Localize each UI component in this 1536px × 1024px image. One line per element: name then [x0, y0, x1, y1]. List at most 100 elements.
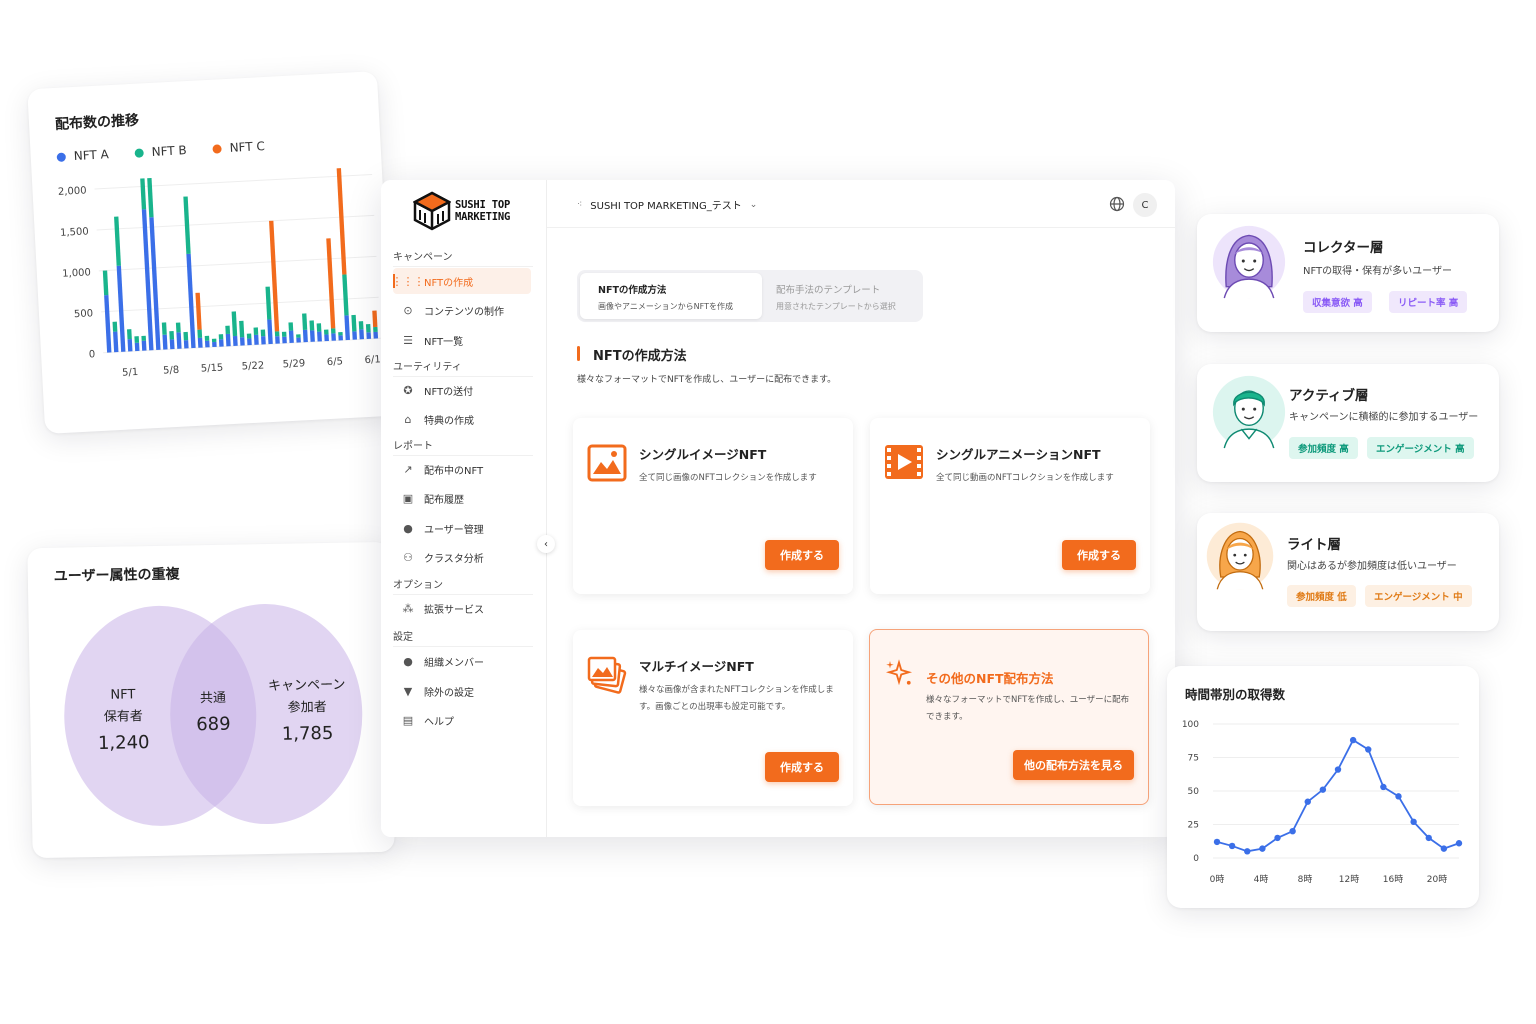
bar-nft-b — [342, 274, 349, 316]
bar-nft-a — [116, 265, 126, 352]
bar-nft-a — [197, 337, 203, 348]
trend-icon: ↗ — [403, 462, 413, 476]
data-point — [1213, 838, 1221, 846]
bar-nft-a — [141, 340, 147, 351]
bar-nft-b — [274, 331, 280, 337]
sidebar-item-distributing[interactable]: ↗ 配布中のNFT — [393, 456, 531, 482]
x-tick-label: 5/1 — [122, 367, 139, 379]
workspace-selector[interactable]: ⁖ SUSHI TOP MARKETING_テスト ⌄ — [577, 197, 757, 213]
sidebar-item-nft-list[interactable]: ☰ NFT一覧 — [393, 327, 531, 353]
bar-nft-a — [176, 332, 182, 349]
persona-tag: 参加頻度 高 — [1289, 437, 1358, 459]
sidebar-item-help[interactable]: ▤ ヘルプ — [393, 707, 531, 733]
bar-nft-b — [330, 328, 336, 334]
bar-nft-b — [183, 331, 189, 341]
bar-nft-a — [253, 334, 259, 345]
card-other-methods: その他のNFT配布方法 様々なフォーマットでNFTを作成し、ユーザーに配布できま… — [869, 629, 1149, 805]
filter-icon: ▼ — [403, 684, 413, 698]
bar-nft-a — [183, 340, 189, 349]
sidebar-item-benefit[interactable]: ⌂ 特典の作成 — [393, 406, 531, 432]
data-point — [1334, 766, 1342, 773]
persona-tag: 参加頻度 低 — [1287, 585, 1356, 607]
bar-nft-a — [296, 337, 301, 343]
sidebar: SUSHI TOP MARKETING キャンペーン ⋮⋮⋮ NFTの作成 ⊙ コンテ… — [381, 180, 547, 837]
x-tick-label: 12時 — [1339, 874, 1359, 885]
x-tick-label: 0時 — [1210, 874, 1225, 885]
bar-nft-b — [231, 311, 238, 337]
sushi-logo-icon — [413, 191, 451, 231]
x-tick-label: 4時 — [1254, 874, 1269, 885]
card-description: 様々なフォーマットでNFTを作成し、ユーザーに配布できます。 — [926, 695, 1130, 722]
method-tabs: NFTの作成方法 画像やアニメーションからNFTを作成 配布手法のテンプレート 用意… — [577, 270, 923, 322]
globe-icon[interactable] — [1109, 196, 1125, 212]
bar-nft-b — [112, 321, 118, 332]
content-icon: ⊙ — [403, 303, 413, 317]
x-tick-label: 16時 — [1383, 874, 1403, 885]
bar-nft-a — [344, 315, 350, 341]
award-icon: ✪ — [403, 383, 413, 397]
gift-icon: ⌂ — [404, 412, 412, 426]
data-point — [1380, 783, 1387, 791]
bar-nft-a — [169, 339, 175, 350]
sidebar-item-nft-create[interactable]: ⋮⋮⋮ NFTの作成 — [391, 268, 531, 294]
bar-nft-b — [281, 331, 287, 337]
sidebar-item-nft-send[interactable]: ✪ NFTの送付 — [393, 377, 531, 403]
venn-right-value: 1,785 — [281, 722, 334, 745]
card-title: その他のNFT配布方法 — [926, 671, 1054, 686]
sidebar-item-extensions[interactable]: ⁂ 拡張サービス — [393, 595, 531, 621]
bar-nft-a — [352, 331, 358, 340]
gridline — [100, 296, 379, 313]
logo-text: SUSHI TOP MARKETING — [455, 199, 511, 223]
grid-icon: ⋮⋮⋮ — [391, 274, 425, 288]
sidebar-item-content[interactable]: ⊙ コンテンツの制作 — [393, 297, 531, 323]
data-point — [1289, 828, 1296, 835]
bar-nft-b — [225, 325, 231, 335]
bar-nft-a — [261, 336, 266, 345]
bar-nft-a — [317, 331, 322, 342]
y-tick-label: 1,000 — [62, 267, 91, 279]
bar-nft-b — [134, 336, 140, 343]
sidebar-item-cluster[interactable]: ⚇ クラスタ分析 — [393, 544, 531, 570]
distribution-bar-chart: 0 500 1,000 1,500 2,000 5/1 5/8 5/15 5/22 5/29 6/5… — [58, 165, 387, 379]
data-point — [1425, 834, 1432, 842]
bar-nft-a — [232, 335, 238, 346]
bar-nft-b — [161, 322, 167, 335]
x-tick-label: 5/29 — [282, 358, 305, 370]
create-button[interactable]: 作成する — [1062, 540, 1136, 570]
data-point — [1349, 736, 1357, 744]
create-button[interactable]: 作成する — [765, 752, 839, 782]
sidebar-section-campaign: キャンペーン — [393, 248, 533, 267]
persona-card-collector: コレクター層 NFTの取得・保有が多いユーザー 収集意欲 高 リピート率 高 — [1197, 214, 1499, 332]
bar-nft-a — [267, 319, 273, 345]
hourly-chart-card: 時間帯別の取得数 0 25 50 75 100 0時 4時 8時 12時 16時 20時 — [1167, 666, 1479, 908]
extension-icon: ⁂ — [402, 601, 414, 615]
bar-nft-a — [282, 336, 287, 344]
sidebar-item-members[interactable]: ● 組織メンバー — [393, 648, 531, 674]
tab-template[interactable]: 配布手法のテンプレート 用意されたテンプレートから選択 — [764, 273, 920, 319]
create-button[interactable]: 作成する — [765, 540, 839, 570]
bar-nft-c — [326, 238, 336, 329]
x-tick-label: 5/8 — [163, 365, 180, 377]
bar-nft-b — [288, 322, 294, 331]
persona-title: アクティブ層 — [1289, 388, 1369, 404]
bar-nft-b — [218, 334, 224, 340]
sidebar-collapse-button[interactable]: ‹ — [537, 535, 555, 553]
sidebar-item-users[interactable]: ● ユーザー管理 — [393, 515, 531, 541]
bar-nft-b — [138, 165, 147, 210]
x-tick-label: 5/22 — [242, 360, 265, 372]
tab-creation-method[interactable]: NFTの作成方法 画像やアニメーションからNFTを作成 — [580, 273, 762, 319]
sidebar-item-history[interactable]: ▣ 配布履歴 — [393, 485, 531, 511]
sidebar-item-exclusion[interactable]: ▼ 除外の設定 — [393, 678, 531, 704]
x-tick-label: 8時 — [1298, 874, 1313, 885]
bar-nft-b — [316, 323, 322, 332]
light-avatar-icon — [1206, 522, 1274, 590]
user-avatar[interactable]: C — [1133, 193, 1157, 217]
section-title: NFTの作成方法 — [577, 345, 687, 364]
logo[interactable]: SUSHI TOP MARKETING — [413, 191, 510, 231]
bar-nft-a — [366, 332, 372, 339]
bar-nft-b — [197, 329, 203, 338]
card-description: 様々な画像が含まれたNFTコレクションを作成します。画像ごとの出現率も設定可能で… — [639, 685, 834, 712]
bar-nft-a — [218, 339, 224, 347]
other-methods-button[interactable]: 他の配布方法を見る — [1013, 750, 1134, 780]
bar-nft-b — [239, 320, 245, 338]
